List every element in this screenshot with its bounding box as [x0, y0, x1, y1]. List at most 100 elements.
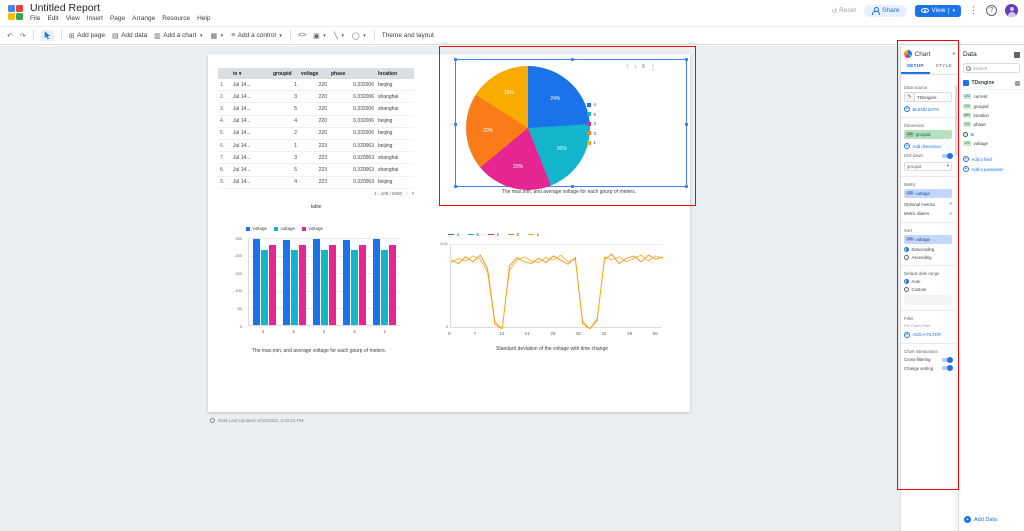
- report-page[interactable]: ts ▾groupidvoltagephaselocation 1.Jul 14…: [208, 54, 690, 412]
- undo-icon[interactable]: ↶: [7, 32, 13, 40]
- change-sorting-toggle[interactable]: [942, 366, 952, 370]
- pie-chart[interactable]: ↑ ↓ ≡ ⋮ 24%20%20%20%16% 45231 The max,mi…: [447, 56, 691, 198]
- help-icon[interactable]: ?: [986, 5, 997, 16]
- menu-arrange[interactable]: Arrange: [132, 15, 155, 22]
- menu-icon[interactable]: ≡: [641, 64, 645, 71]
- date-auto-radio[interactable]: Auto: [904, 279, 952, 284]
- field-ts[interactable]: ts: [959, 130, 1024, 139]
- shape-tool[interactable]: ◯▼: [352, 32, 367, 40]
- edit-datasource-icon[interactable]: ✎: [905, 93, 915, 101]
- add-chart-button[interactable]: ▥Add a chart▼: [154, 32, 203, 40]
- dimension-chip-groupid[interactable]: 123groupid: [904, 130, 952, 139]
- add-control-button[interactable]: ≡Add a control▼: [231, 32, 283, 39]
- chevron-down-icon[interactable]: ▾: [953, 51, 955, 57]
- add-parameter-button[interactable]: +Add a parameter: [963, 166, 1020, 172]
- add-data-button[interactable]: ▤Add data: [112, 32, 147, 40]
- tab-setup[interactable]: SETUP: [901, 61, 930, 74]
- drill-down-select[interactable]: groupid▾: [904, 162, 952, 171]
- number-type-icon: 123: [906, 132, 914, 137]
- bar-chart[interactable]: voltagevoltagevoltage 050100150200250 45…: [228, 226, 410, 362]
- field-search[interactable]: [963, 63, 1020, 73]
- view-dropdown-caret[interactable]: ▾: [948, 8, 955, 14]
- prev-page-icon[interactable]: ‹: [406, 191, 408, 197]
- column-header-location[interactable]: location: [376, 68, 414, 79]
- table-chart[interactable]: ts ▾groupidvoltagephaselocation 1.Jul 14…: [218, 68, 414, 210]
- theme-layout-button[interactable]: Theme and layout: [382, 32, 434, 39]
- edit-icon[interactable]: [1015, 81, 1020, 86]
- field-current[interactable]: 123current: [959, 92, 1024, 101]
- add-dimension-button[interactable]: +Add dimension: [904, 143, 952, 149]
- next-page-icon[interactable]: ›: [412, 191, 414, 197]
- avatar[interactable]: [1005, 4, 1018, 17]
- column-header-voltage[interactable]: voltage: [299, 68, 329, 79]
- pagination-info: 1 - 100 / 5000: [374, 191, 402, 196]
- drill-down-toggle[interactable]: [942, 154, 952, 158]
- radio-selected-icon: [904, 279, 909, 284]
- table-row: 7.Jul 14...32230.320063shanghai: [218, 152, 414, 164]
- pie-slice-label: 20%: [557, 146, 567, 152]
- optional-metrics-label: Optional metrics: [904, 202, 935, 207]
- menu-help[interactable]: Help: [197, 15, 210, 22]
- cursor-icon: [44, 31, 51, 40]
- field-location[interactable]: ABClocation: [959, 111, 1024, 120]
- expand-icon[interactable]: »: [949, 201, 952, 207]
- more-options-icon[interactable]: ⋮: [969, 5, 978, 16]
- image-tool[interactable]: ▣▼: [313, 32, 327, 40]
- menu-resource[interactable]: Resource: [162, 15, 190, 22]
- blend-data-button[interactable]: +BLEND DATA: [904, 106, 952, 112]
- sort-ascending-radio[interactable]: Ascending: [904, 255, 952, 260]
- cross-filtering-label: Cross-filtering: [904, 357, 931, 362]
- report-canvas[interactable]: ts ▾groupidvoltagephaselocation 1.Jul 14…: [0, 46, 900, 531]
- datasource-row[interactable]: TDengine: [959, 77, 1024, 90]
- column-header-phase[interactable]: phase: [329, 68, 376, 79]
- report-title[interactable]: Untitled Report: [30, 2, 100, 14]
- data-table: ts ▾groupidvoltagephaselocation 1.Jul 14…: [218, 68, 414, 189]
- embed-icon[interactable]: <>: [298, 32, 306, 39]
- move-down-icon[interactable]: ↓: [633, 64, 636, 71]
- menu-file[interactable]: File: [30, 15, 40, 22]
- line-x-axis: 0714212835424956: [450, 331, 662, 337]
- bar: [351, 250, 358, 325]
- chart-panel-header[interactable]: Chart ▾: [901, 46, 958, 61]
- select-cursor-tool[interactable]: [41, 30, 54, 41]
- field-phase[interactable]: 123phase: [959, 120, 1024, 129]
- menu-edit[interactable]: Edit: [47, 15, 58, 22]
- data-studio-logo-icon[interactable]: [8, 5, 23, 20]
- pie-circle[interactable]: 24%20%20%20%16%: [466, 66, 590, 190]
- reset-icon: ↺: [832, 7, 837, 15]
- column-header-ts[interactable]: ts ▾: [231, 68, 271, 79]
- community-visualizations-button[interactable]: ▦▼: [210, 32, 224, 40]
- add-data-button[interactable]: + Add Data: [964, 516, 997, 523]
- expand-icon[interactable]: »: [949, 211, 952, 217]
- menu-view[interactable]: View: [66, 15, 80, 22]
- search-input[interactable]: [973, 66, 1013, 71]
- field-groupid[interactable]: 123groupid: [959, 101, 1024, 110]
- collapse-panel-icon[interactable]: [1014, 52, 1020, 58]
- view-button[interactable]: View▾: [915, 5, 962, 17]
- plus-icon: +: [904, 106, 910, 112]
- legend-item: 3: [508, 232, 519, 237]
- field-voltage[interactable]: 123voltage: [959, 139, 1024, 148]
- sort-chip-voltage[interactable]: 123voltage: [904, 235, 952, 244]
- more-options-icon[interactable]: ⋮: [650, 64, 656, 71]
- chart-selection-frame[interactable]: ↑ ↓ ≡ ⋮ 24%20%20%20%16% 45231: [455, 59, 687, 187]
- redo-icon[interactable]: ↷: [20, 32, 26, 40]
- add-filter-button[interactable]: +ADD A FILTER: [904, 332, 952, 338]
- cross-filtering-toggle[interactable]: [942, 358, 952, 362]
- line-tool[interactable]: ╲▼: [334, 32, 345, 40]
- column-header-groupid[interactable]: groupid: [271, 68, 299, 79]
- menu-page[interactable]: Page: [110, 15, 125, 22]
- bar: [329, 245, 336, 325]
- data-source-chip[interactable]: ✎ TDengine: [904, 92, 952, 102]
- add-field-button[interactable]: +Add a field: [963, 156, 1020, 162]
- metric-chip-voltage[interactable]: 123voltage: [904, 189, 952, 198]
- menu-insert[interactable]: Insert: [87, 15, 103, 22]
- share-button[interactable]: Share: [864, 5, 906, 17]
- line-chart[interactable]: 45231 0.01 0 0714212835424956 Standard d…: [434, 232, 670, 360]
- reset-button[interactable]: ↺Reset: [832, 7, 856, 15]
- add-page-button[interactable]: ⊞Add page: [69, 32, 105, 40]
- sort-descending-radio[interactable]: Descending: [904, 247, 952, 252]
- tab-style[interactable]: STYLE: [930, 61, 959, 74]
- date-custom-radio[interactable]: Custom: [904, 287, 952, 292]
- move-up-icon[interactable]: ↑: [625, 64, 628, 71]
